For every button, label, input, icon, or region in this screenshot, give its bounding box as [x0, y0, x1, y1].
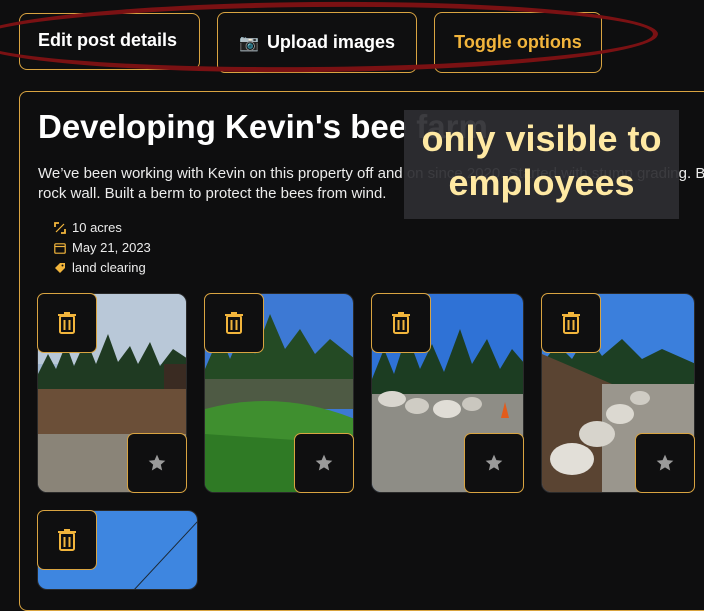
meta-date-text: May 21, 2023	[72, 240, 151, 255]
star-icon	[315, 454, 333, 471]
favorite-photo-3-button[interactable]	[464, 433, 524, 493]
calendar-icon	[54, 242, 68, 254]
expand-icon	[54, 221, 68, 234]
trash-icon	[58, 312, 76, 334]
delete-photo-3-button[interactable]	[371, 293, 431, 353]
favorite-photo-4-button[interactable]	[635, 433, 695, 493]
meta-area-text: 10 acres	[72, 220, 122, 235]
employees-only-overlay: only visible to employees	[404, 110, 679, 219]
delete-photo-5-button[interactable]	[37, 510, 97, 570]
trash-icon	[58, 529, 76, 551]
star-icon	[485, 454, 503, 471]
delete-photo-4-button[interactable]	[541, 293, 601, 353]
trash-icon	[392, 312, 410, 334]
delete-photo-1-button[interactable]	[37, 293, 97, 353]
favorite-photo-1-button[interactable]	[127, 433, 187, 493]
star-icon	[656, 454, 674, 471]
meta-tag-text: land clearing	[72, 260, 146, 275]
meta-date: May 21, 2023	[54, 240, 151, 255]
star-icon	[148, 454, 166, 471]
delete-photo-2-button[interactable]	[204, 293, 264, 353]
trash-icon	[225, 312, 243, 334]
trash-icon	[562, 312, 580, 334]
meta-tag: land clearing	[54, 260, 146, 275]
favorite-photo-2-button[interactable]	[294, 433, 354, 493]
meta-area: 10 acres	[54, 220, 122, 235]
tag-icon	[54, 262, 68, 274]
